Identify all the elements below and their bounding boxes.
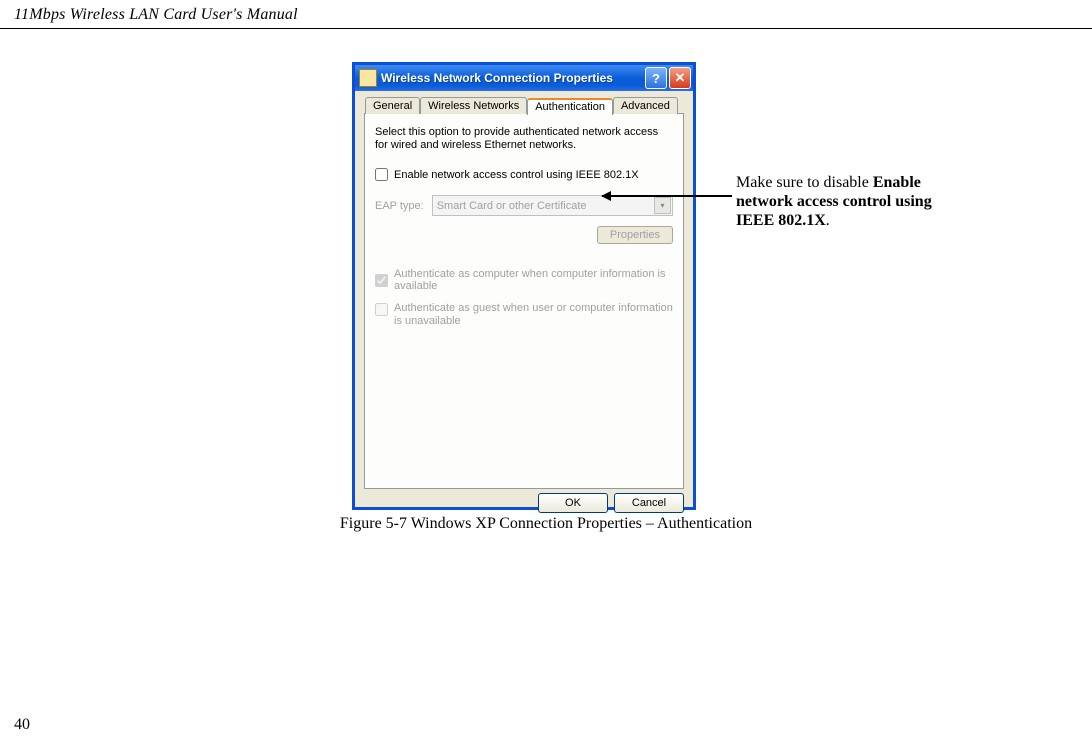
annotation-prefix: Make sure to disable: [736, 174, 873, 191]
eap-type-value: Smart Card or other Certificate: [437, 200, 587, 212]
properties-button-row: Properties: [375, 226, 673, 244]
tab-advanced[interactable]: Advanced: [613, 97, 678, 114]
figure-caption: Figure 5-7 Windows XP Connection Propert…: [0, 515, 1092, 533]
annotation-suffix: .: [826, 212, 830, 229]
auth-guest-row: Authenticate as guest when user or compu…: [375, 302, 673, 328]
titlebar: Wireless Network Connection Properties ?…: [355, 65, 693, 91]
auth-guest-checkbox[interactable]: [375, 303, 388, 316]
properties-button[interactable]: Properties: [597, 226, 673, 244]
tab-bar: General Wireless Networks Authentication…: [365, 97, 684, 114]
enable-8021x-label: Enable network access control using IEEE…: [394, 169, 639, 181]
close-button[interactable]: ✕: [669, 67, 691, 89]
callout-annotation: Make sure to disable Enable network acce…: [736, 173, 966, 230]
tab-authentication[interactable]: Authentication: [527, 98, 613, 115]
window-icon: [359, 69, 377, 87]
callout-arrow: [602, 195, 732, 197]
auth-computer-label: Authenticate as computer when computer i…: [394, 268, 673, 292]
eap-type-row: EAP type: Smart Card or other Certificat…: [375, 195, 673, 216]
page-number: 40: [14, 716, 30, 734]
properties-dialog: Wireless Network Connection Properties ?…: [352, 62, 696, 510]
window-title: Wireless Network Connection Properties: [381, 71, 645, 85]
chevron-down-icon: ▾: [654, 197, 671, 214]
tab-panel-authentication: Select this option to provide authentica…: [364, 113, 684, 489]
tab-wireless-networks[interactable]: Wireless Networks: [420, 97, 527, 114]
enable-8021x-checkbox[interactable]: [375, 168, 388, 181]
dialog-body: General Wireless Networks Authentication…: [355, 91, 693, 507]
page-area: Wireless Network Connection Properties ?…: [0, 29, 1092, 744]
tab-general[interactable]: General: [365, 97, 420, 114]
help-button[interactable]: ?: [645, 67, 667, 89]
eap-type-label: EAP type:: [375, 200, 424, 212]
cancel-button[interactable]: Cancel: [614, 493, 684, 513]
enable-8021x-row: Enable network access control using IEEE…: [375, 168, 673, 181]
eap-type-select[interactable]: Smart Card or other Certificate ▾: [432, 195, 673, 216]
auth-computer-checkbox[interactable]: [375, 274, 388, 287]
option-description: Select this option to provide authentica…: [375, 126, 673, 152]
document-header: 11Mbps Wireless LAN Card User's Manual: [0, 0, 1092, 29]
auth-computer-row: Authenticate as computer when computer i…: [375, 268, 673, 292]
auth-guest-label: Authenticate as guest when user or compu…: [394, 302, 673, 328]
window-buttons: ? ✕: [645, 67, 691, 89]
ok-button[interactable]: OK: [538, 493, 608, 513]
dialog-footer-buttons: OK Cancel: [364, 493, 684, 513]
